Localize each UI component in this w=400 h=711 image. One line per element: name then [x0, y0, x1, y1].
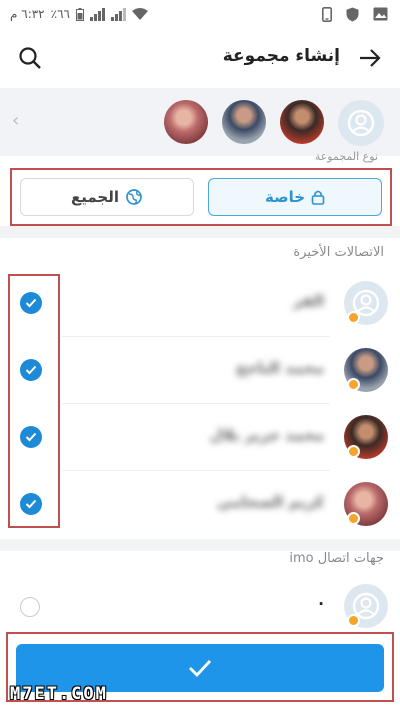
- app-header: إنشاء مجموعة: [0, 28, 400, 88]
- image-icon: [373, 7, 388, 21]
- contact-name: .: [318, 591, 324, 609]
- selected-avatar[interactable]: [164, 100, 208, 144]
- private-option[interactable]: خاصة: [208, 178, 382, 216]
- globe-icon: [126, 189, 142, 205]
- contact-name: محمد الناجح: [235, 359, 324, 377]
- signal-icon-2: [110, 7, 126, 21]
- status-bar: ٦:٣٢ م ٪٦٦: [0, 0, 400, 28]
- all-option-label: الجميع: [71, 188, 120, 206]
- wifi-icon: [131, 7, 148, 20]
- group-type-label: نوع المجموعة: [314, 150, 378, 163]
- page-title: إنشاء مجموعة: [222, 46, 340, 66]
- status-badge: [347, 311, 360, 324]
- status-time: ٦:٣٢ م: [10, 7, 45, 21]
- signal-icon: [89, 7, 105, 21]
- status-badge: [347, 378, 360, 391]
- separator: [0, 539, 400, 551]
- contact-row[interactable]: الفر: [0, 270, 400, 337]
- status-badge: [347, 614, 360, 627]
- contact-row[interactable]: كريم الصحامي: [0, 471, 400, 538]
- selected-avatar-placeholder[interactable]: [338, 100, 384, 146]
- private-option-label: خاصة: [264, 188, 306, 206]
- battery-icon: [75, 7, 84, 21]
- status-battery-text: ٪٦٦: [50, 7, 70, 21]
- selected-members-strip: ‹: [0, 88, 400, 156]
- search-button[interactable]: [14, 42, 46, 74]
- imo-contacts-label: جهات اتصال imo: [289, 551, 384, 566]
- search-icon: [19, 47, 41, 69]
- checkbox-highlight: [8, 274, 60, 528]
- checkmark-icon: [189, 660, 212, 678]
- unchecked-icon[interactable]: [20, 597, 40, 617]
- watermark: M7ET.COM: [10, 684, 108, 704]
- group-type-selector: خاصة الجميع: [10, 168, 392, 226]
- back-button[interactable]: [354, 42, 386, 74]
- selected-avatar[interactable]: [222, 100, 266, 144]
- arrow-right-icon: [360, 49, 381, 67]
- status-badge: [347, 512, 360, 525]
- status-badge: [347, 445, 360, 458]
- person-icon: [347, 109, 375, 137]
- separator: [0, 226, 400, 238]
- lock-icon: [311, 190, 325, 205]
- contact-row[interactable]: محمد الناجح: [0, 337, 400, 404]
- contact-name: الفر: [293, 292, 324, 310]
- contact-name: محمد جرير بلال: [209, 426, 324, 444]
- chevron-left-icon[interactable]: ‹: [12, 110, 19, 131]
- recent-contacts-label: الاتصالات الأخيرة: [293, 245, 384, 260]
- all-option[interactable]: الجميع: [20, 178, 194, 216]
- contact-row[interactable]: .: [0, 573, 400, 635]
- contact-name: كريم الصحامي: [216, 493, 324, 511]
- shield-icon: [346, 7, 359, 21]
- selected-avatar[interactable]: [280, 100, 324, 144]
- contact-row[interactable]: محمد جرير بلال: [0, 404, 400, 471]
- phone-icon: [322, 6, 332, 22]
